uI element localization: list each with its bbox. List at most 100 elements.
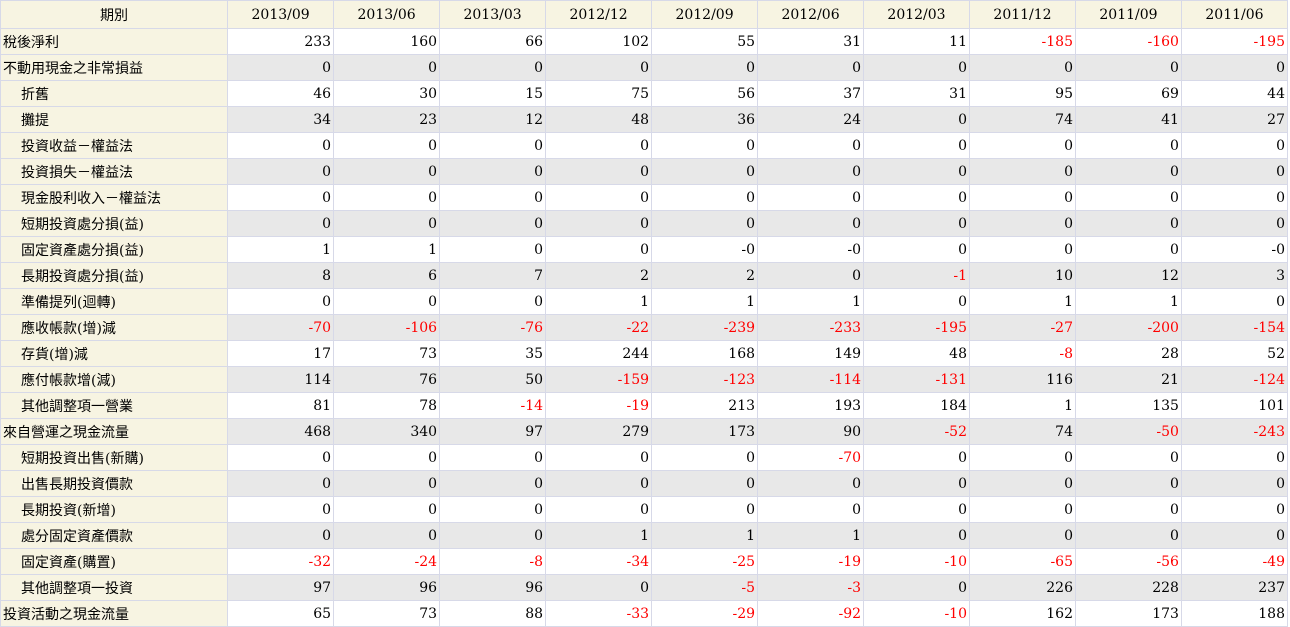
value-cell: 24 xyxy=(757,106,865,133)
period-header: 2012/09 xyxy=(651,0,759,29)
value-cell: 21 xyxy=(1074,366,1182,393)
value-cell: 0 xyxy=(969,132,1076,159)
value-cell: 0 xyxy=(1180,54,1289,81)
value-cell: 0 xyxy=(651,184,759,211)
table-row: 其他調整項一投資 97 96 96 0 -5 -3 0 226 228 237 xyxy=(0,574,1289,601)
value-cell: 213 xyxy=(651,392,759,419)
value-cell: 184 xyxy=(863,392,970,419)
value-cell: 46 xyxy=(227,80,335,107)
table-row: 其他調整項一營業 81 78 -14 -19 213 193 184 1 135 101 xyxy=(0,392,1289,419)
table-row: 現金股利收入－權益法 0 0 0 0 0 0 0 0 0 0 xyxy=(0,184,1289,211)
value-cell: 0 xyxy=(333,158,441,185)
value-cell: 1 xyxy=(651,288,759,315)
value-cell: 6 xyxy=(333,262,441,289)
value-cell: -25 xyxy=(651,548,759,575)
period-header: 2013/03 xyxy=(439,0,547,29)
row-label: 準備提列(迴轉) xyxy=(0,288,229,315)
value-cell: 1 xyxy=(1074,288,1182,315)
value-cell: 2 xyxy=(651,262,759,289)
value-cell: 0 xyxy=(863,184,970,211)
value-cell: 0 xyxy=(757,54,865,81)
row-label: 短期投資出售(新購) xyxy=(0,444,229,471)
value-cell: 74 xyxy=(969,418,1076,445)
value-cell: 23 xyxy=(333,106,441,133)
value-cell: 173 xyxy=(651,418,759,445)
value-cell: 52 xyxy=(1180,340,1289,367)
value-cell: -65 xyxy=(969,548,1076,575)
value-cell: 78 xyxy=(333,392,441,419)
table-row: 應收帳款(增)減 -70 -106 -76 -22 -239 -233 -195 -27 -200… xyxy=(0,314,1289,341)
header-row: 期別 2013/09 2013/06 2013/03 2012/12 2012/… xyxy=(0,0,1289,29)
value-cell: 0 xyxy=(1180,444,1289,471)
value-cell: 31 xyxy=(863,80,970,107)
value-cell: 96 xyxy=(333,574,441,601)
value-cell: 12 xyxy=(1074,262,1182,289)
table-row: 攤提 34 23 12 48 36 24 0 74 41 27 xyxy=(0,106,1289,133)
table-row: 稅後淨利 233 160 66 102 55 31 11 -185 -160 -195 xyxy=(0,28,1289,55)
value-cell: 65 xyxy=(227,600,335,627)
value-cell: 0 xyxy=(439,54,547,81)
value-cell: 1 xyxy=(651,522,759,549)
value-cell: 0 xyxy=(1180,210,1289,237)
value-cell: 0 xyxy=(439,522,547,549)
value-cell: 340 xyxy=(333,418,441,445)
period-header: 2012/06 xyxy=(757,0,865,29)
value-cell: 0 xyxy=(863,496,970,523)
value-cell: 101 xyxy=(1180,392,1289,419)
value-cell: 50 xyxy=(439,366,547,393)
value-cell: -70 xyxy=(757,444,865,471)
value-cell: 149 xyxy=(757,340,865,367)
period-header: 2011/12 xyxy=(969,0,1076,29)
table-row: 長期投資(新增) 0 0 0 0 0 0 0 0 0 0 xyxy=(0,496,1289,523)
value-cell: 0 xyxy=(439,158,547,185)
value-cell: -5 xyxy=(651,574,759,601)
value-cell: -0 xyxy=(651,236,759,263)
value-cell: 0 xyxy=(545,132,653,159)
value-cell: 73 xyxy=(333,600,441,627)
value-cell: 0 xyxy=(863,236,970,263)
value-cell: -19 xyxy=(545,392,653,419)
value-cell: 0 xyxy=(1074,470,1182,497)
value-cell: 2 xyxy=(545,262,653,289)
value-cell: 233 xyxy=(227,28,335,55)
table-row: 固定資產處分損(益) 1 1 0 0 -0 -0 0 0 0 -0 xyxy=(0,236,1289,263)
value-cell: 0 xyxy=(757,184,865,211)
value-cell: 0 xyxy=(969,444,1076,471)
value-cell: 0 xyxy=(1180,288,1289,315)
row-label: 出售長期投資價款 xyxy=(0,470,229,497)
value-cell: 0 xyxy=(863,54,970,81)
period-header: 2011/09 xyxy=(1074,0,1182,29)
row-label: 其他調整項一營業 xyxy=(0,392,229,419)
value-cell: 0 xyxy=(1074,54,1182,81)
value-cell: 0 xyxy=(969,54,1076,81)
value-cell: 0 xyxy=(545,470,653,497)
table-row: 存貨(增)減 17 73 35 244 168 149 48 -8 28 52 xyxy=(0,340,1289,367)
value-cell: 97 xyxy=(439,418,547,445)
value-cell: 17 xyxy=(227,340,335,367)
value-cell: 0 xyxy=(545,210,653,237)
value-cell: 0 xyxy=(333,132,441,159)
value-cell: 0 xyxy=(545,574,653,601)
value-cell: 0 xyxy=(333,444,441,471)
value-cell: 0 xyxy=(863,444,970,471)
value-cell: 0 xyxy=(651,496,759,523)
value-cell: 0 xyxy=(651,470,759,497)
value-cell: -160 xyxy=(1074,28,1182,55)
table-row: 固定資產(購置) -32 -24 -8 -34 -25 -19 -10 -65 -56 -49 xyxy=(0,548,1289,575)
value-cell: 0 xyxy=(227,54,335,81)
row-label: 投資收益－權益法 xyxy=(0,132,229,159)
value-cell: 97 xyxy=(227,574,335,601)
value-cell: 0 xyxy=(969,236,1076,263)
value-cell: 0 xyxy=(333,184,441,211)
value-cell: 1 xyxy=(227,236,335,263)
value-cell: 279 xyxy=(545,418,653,445)
value-cell: 0 xyxy=(227,132,335,159)
value-cell: -29 xyxy=(651,600,759,627)
row-label: 來自營運之現金流量 xyxy=(0,418,229,445)
row-label: 現金股利收入－權益法 xyxy=(0,184,229,211)
value-cell: 114 xyxy=(227,366,335,393)
value-cell: 1 xyxy=(545,522,653,549)
value-cell: -70 xyxy=(227,314,335,341)
value-cell: 0 xyxy=(1074,210,1182,237)
value-cell: 226 xyxy=(969,574,1076,601)
